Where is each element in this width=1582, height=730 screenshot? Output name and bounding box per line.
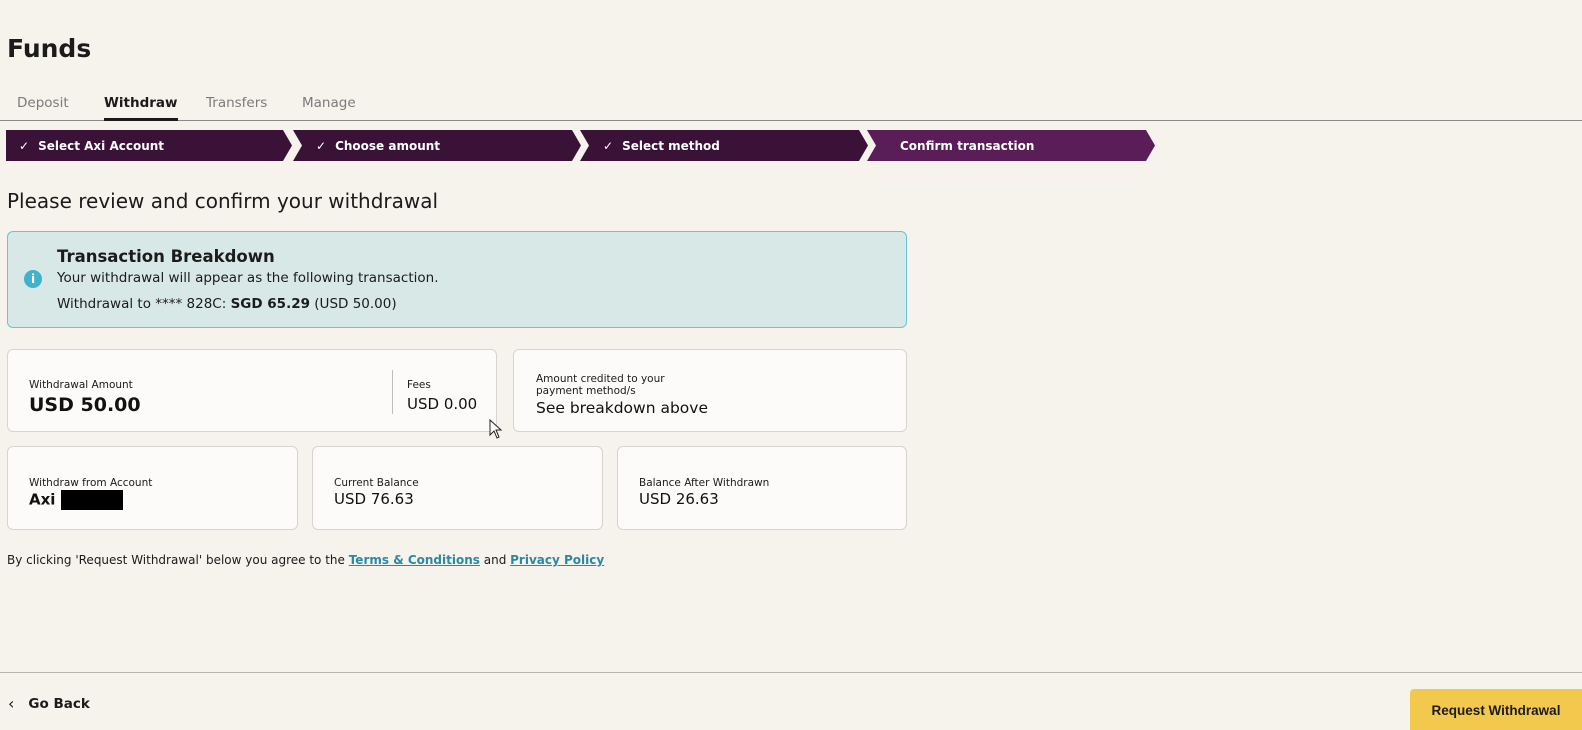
credited-label-line1: Amount credited to your bbox=[536, 373, 665, 385]
redacted-account-number bbox=[61, 490, 124, 510]
agreement-middle: and bbox=[479, 553, 511, 567]
agreement-prefix: By clicking 'Request Withdrawal' below y… bbox=[7, 553, 349, 567]
current-balance-value: USD 76.63 bbox=[334, 490, 414, 508]
transaction-breakdown-box: i Transaction Breakdown Your withdrawal … bbox=[7, 231, 907, 328]
footer-bar: ‹ Go Back Request Withdrawal bbox=[0, 672, 1582, 730]
check-icon: ✓ bbox=[19, 138, 30, 153]
tab-withdraw[interactable]: Withdraw bbox=[104, 95, 178, 121]
tab-transfers[interactable]: Transfers bbox=[206, 95, 267, 121]
withdrawal-amount-value: USD 50.00 bbox=[29, 394, 141, 416]
agreement-text: By clicking 'Request Withdrawal' below y… bbox=[7, 553, 604, 567]
info-icon: i bbox=[24, 270, 42, 288]
balance-after-value: USD 26.63 bbox=[639, 490, 719, 508]
breakdown-subtitle: Your withdrawal will appear as the follo… bbox=[57, 270, 439, 286]
amount-credited-card: Amount credited to your payment method/s… bbox=[513, 349, 907, 432]
request-withdrawal-button[interactable]: Request Withdrawal bbox=[1410, 689, 1582, 730]
breakdown-prefix: Withdrawal to **** 828C: bbox=[57, 296, 231, 312]
step-choose-amount: ✓ Choose amount bbox=[293, 130, 581, 161]
breakdown-line: Withdrawal to **** 828C: SGD 65.29 (USD … bbox=[57, 296, 397, 312]
step-select-account: ✓ Select Axi Account bbox=[6, 130, 292, 161]
credited-value: See breakdown above bbox=[536, 399, 708, 417]
step-select-method: ✓ Select method bbox=[580, 130, 868, 161]
tab-deposit[interactable]: Deposit bbox=[17, 95, 69, 121]
step-label: Select Axi Account bbox=[38, 138, 165, 153]
withdrawal-amount-card: Withdrawal Amount USD 50.00 Fees USD 0.0… bbox=[7, 349, 497, 432]
from-account-label: Withdraw from Account bbox=[29, 477, 153, 489]
check-icon: ✓ bbox=[316, 138, 327, 153]
go-back-label: Go Back bbox=[28, 695, 90, 712]
go-back-button[interactable]: ‹ Go Back bbox=[8, 694, 90, 713]
step-confirm-transaction: Confirm transaction bbox=[867, 130, 1155, 161]
fees-value: USD 0.00 bbox=[407, 395, 478, 413]
step-label: Select method bbox=[622, 138, 720, 153]
page-title: Funds bbox=[7, 34, 92, 63]
tab-manage[interactable]: Manage bbox=[302, 95, 356, 121]
withdrawal-amount-label: Withdrawal Amount bbox=[29, 379, 133, 391]
tab-bar: Deposit Withdraw Transfers Manage bbox=[0, 88, 1582, 121]
withdraw-from-account-card: Withdraw from Account Axi bbox=[7, 446, 298, 530]
review-heading: Please review and confirm your withdrawa… bbox=[7, 189, 439, 213]
progress-stepper: ✓ Select Axi Account ✓ Choose amount ✓ S… bbox=[6, 130, 1166, 161]
breakdown-amount: SGD 65.29 bbox=[230, 296, 310, 312]
current-balance-card: Current Balance USD 76.63 bbox=[312, 446, 603, 530]
fees-label: Fees bbox=[407, 379, 431, 391]
current-balance-label: Current Balance bbox=[334, 477, 419, 489]
credited-label-line2: payment method/s bbox=[536, 385, 636, 397]
mouse-cursor-icon bbox=[489, 419, 503, 439]
breakdown-suffix: (USD 50.00) bbox=[310, 296, 397, 312]
check-icon: ✓ bbox=[603, 138, 614, 153]
chevron-left-icon: ‹ bbox=[8, 694, 15, 713]
balance-after-label: Balance After Withdrawn bbox=[639, 477, 770, 489]
terms-link[interactable]: Terms & Conditions bbox=[349, 553, 480, 567]
from-account-value: Axi bbox=[29, 490, 124, 510]
privacy-link[interactable]: Privacy Policy bbox=[510, 553, 604, 567]
account-name: Axi bbox=[29, 490, 56, 509]
step-label: Choose amount bbox=[335, 138, 441, 153]
step-label: Confirm transaction bbox=[900, 138, 1035, 153]
breakdown-title: Transaction Breakdown bbox=[57, 247, 275, 266]
divider bbox=[392, 370, 393, 414]
balance-after-card: Balance After Withdrawn USD 26.63 bbox=[617, 446, 907, 530]
